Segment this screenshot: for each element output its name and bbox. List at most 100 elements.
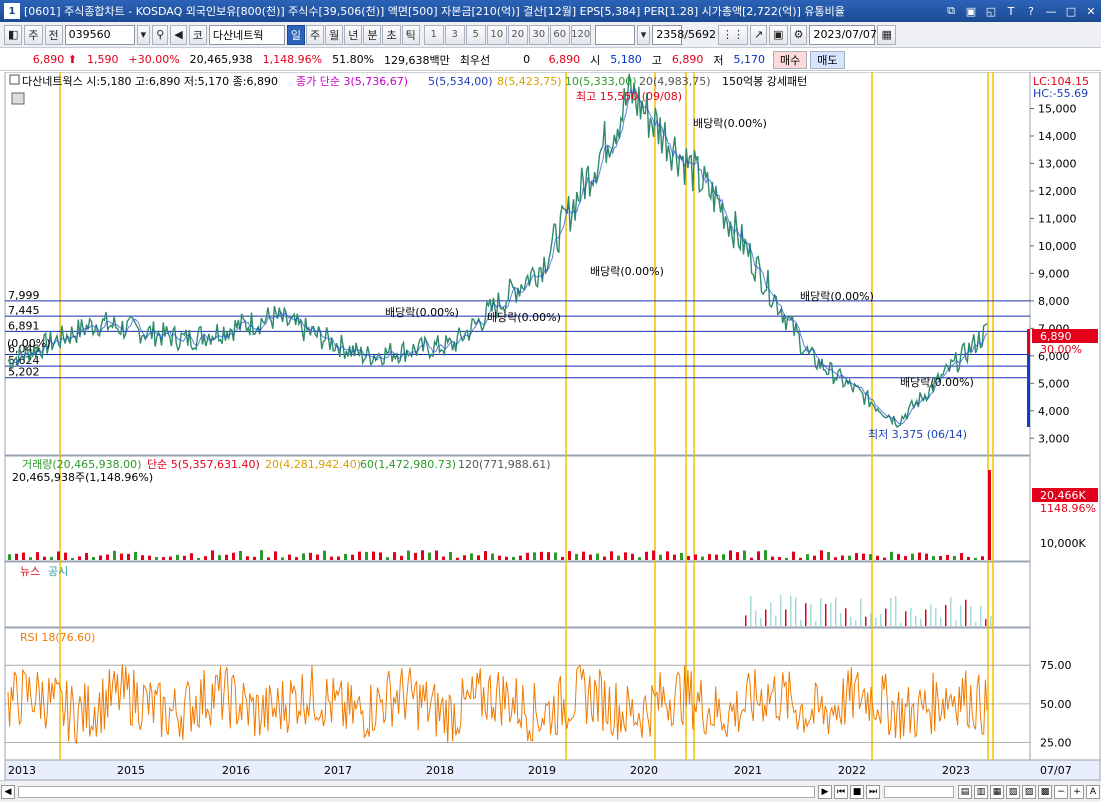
interval-input[interactable] bbox=[594, 24, 635, 45]
news-bar bbox=[825, 603, 827, 626]
dividend-note-6: 배당락(0.00%) bbox=[900, 376, 974, 389]
level-label-2: 6,891 bbox=[8, 319, 40, 332]
prev-button[interactable]: 전 bbox=[44, 24, 63, 45]
change-rate: +30.00% bbox=[128, 53, 180, 66]
volume-bar bbox=[449, 551, 452, 560]
save-icon[interactable]: ▣ bbox=[963, 3, 979, 19]
first-page-icon[interactable]: ⏮ bbox=[834, 784, 848, 799]
search-icon[interactable]: ⚲ bbox=[152, 24, 169, 45]
minimize-icon[interactable]: — bbox=[1043, 3, 1059, 19]
last-page-icon[interactable]: ⏭ bbox=[866, 784, 880, 799]
settings-icon[interactable]: ⚙ bbox=[789, 24, 808, 45]
interval-tab-4[interactable]: 20 bbox=[507, 24, 528, 45]
volume-bar bbox=[365, 551, 368, 560]
interval-tab-2[interactable]: 5 bbox=[465, 24, 486, 45]
high-label: 고 bbox=[651, 53, 662, 67]
close-icon[interactable]: ✕ bbox=[1083, 3, 1099, 19]
count-input[interactable]: 2358 bbox=[652, 24, 684, 45]
font-icon[interactable]: T bbox=[1003, 3, 1019, 19]
news-bar bbox=[920, 618, 922, 626]
font-size-icon[interactable]: A bbox=[1086, 784, 1100, 799]
calendar-icon[interactable]: ▦ bbox=[877, 24, 896, 45]
zoom-slider[interactable] bbox=[884, 785, 954, 798]
dock-icon[interactable]: ⧉ bbox=[943, 3, 959, 19]
interval-dropdown-icon[interactable]: ▾ bbox=[636, 24, 651, 45]
chart-menu-icon[interactable]: ◧ bbox=[4, 24, 23, 45]
maximize-icon[interactable]: □ bbox=[1063, 3, 1079, 19]
grid-icon[interactable]: ⋮⋮ bbox=[717, 24, 748, 45]
volume-bar bbox=[519, 555, 522, 560]
news-bar bbox=[935, 608, 937, 626]
interval-tab-3[interactable]: 10 bbox=[486, 24, 507, 45]
period-tab-5[interactable]: 초 bbox=[382, 24, 401, 45]
chart-type-icon-5[interactable]: ▨ bbox=[1022, 784, 1036, 799]
buy-button[interactable]: 매수 bbox=[773, 50, 808, 69]
volume-bar bbox=[267, 557, 270, 560]
period-tab-1[interactable]: 주 bbox=[305, 24, 325, 45]
chart-type-icon-6[interactable]: ▩ bbox=[1038, 784, 1052, 799]
scroll-track[interactable] bbox=[18, 785, 815, 798]
rsi-axis-tick-2: 75.00 bbox=[1040, 659, 1072, 672]
price-panel[interactable] bbox=[4, 71, 1031, 456]
volume-bar bbox=[694, 554, 697, 560]
help-icon[interactable]: ? bbox=[1023, 3, 1039, 19]
restore-icon[interactable]: ◱ bbox=[983, 3, 999, 19]
code-dropdown-icon[interactable]: ▾ bbox=[136, 24, 151, 45]
period-tab-3[interactable]: 년 bbox=[344, 24, 363, 45]
stock-chart-svg[interactable]: 7,9997,4456,8916,0465,6245,202 3,0004,00… bbox=[0, 71, 1101, 781]
disk-icon[interactable]: ▣ bbox=[769, 24, 788, 45]
market-select[interactable]: 주 bbox=[24, 24, 43, 45]
period-tab-2[interactable]: 월 bbox=[325, 24, 344, 45]
rsi-panel[interactable] bbox=[4, 627, 1031, 761]
chart-scrollbar[interactable]: ◀ ▶ ⏮ ■ ⏭ ▤ ▥ ▦ ▧ ▨ ▩ − + A bbox=[0, 780, 1101, 802]
interval-tab-6[interactable]: 60 bbox=[549, 24, 570, 45]
volume-bar bbox=[106, 554, 109, 560]
stock-name-field[interactable]: 다산네트웍 bbox=[208, 24, 285, 45]
zoom-in-icon[interactable]: + bbox=[1070, 784, 1084, 799]
sell-button[interactable]: 매도 bbox=[810, 50, 845, 69]
chart-type-icon-3[interactable]: ▦ bbox=[990, 784, 1004, 799]
period-tab-4[interactable]: 분 bbox=[363, 24, 382, 45]
interval-tab-7[interactable]: 120 bbox=[570, 24, 591, 45]
volume-panel[interactable] bbox=[4, 455, 1031, 562]
chart-type-icon-1[interactable]: ▤ bbox=[958, 784, 972, 799]
volume-bar bbox=[680, 553, 683, 560]
low-label: 저 bbox=[713, 53, 724, 67]
stock-code-input[interactable]: 039560 bbox=[64, 24, 135, 45]
volume-bar bbox=[771, 556, 774, 560]
draw-icon[interactable]: ↗ bbox=[749, 24, 768, 45]
table-icon[interactable] bbox=[11, 92, 25, 105]
news-bar bbox=[880, 613, 882, 626]
volume-bar bbox=[113, 550, 116, 560]
chart-type-icon-2[interactable]: ▥ bbox=[974, 784, 988, 799]
interval-tab-0[interactable]: 1 bbox=[423, 24, 444, 45]
volume-bar bbox=[43, 556, 46, 560]
volume-bar bbox=[232, 552, 235, 560]
news-bar bbox=[785, 609, 787, 626]
volume-bar bbox=[169, 556, 172, 560]
volume-bar bbox=[155, 557, 158, 560]
volume-bar bbox=[239, 551, 242, 560]
news-label: 뉴스 bbox=[20, 565, 40, 578]
stop-icon[interactable]: ■ bbox=[850, 784, 864, 799]
chart-type-icon-4[interactable]: ▧ bbox=[1006, 784, 1020, 799]
chart-area[interactable]: 7,999 7,445 6,891 6,046 5,624 5,202 3,000 4,00… bbox=[0, 71, 1101, 781]
period-tab-6[interactable]: 틱 bbox=[401, 24, 420, 45]
news-panel[interactable] bbox=[4, 561, 1031, 628]
speaker-icon[interactable]: ◀ bbox=[170, 24, 187, 45]
ma8-label: 8(5,423,75) bbox=[497, 75, 562, 88]
interval-tab-5[interactable]: 30 bbox=[528, 24, 549, 45]
date-input[interactable]: 2023/07/07 bbox=[809, 24, 877, 45]
volume-bar bbox=[442, 556, 445, 560]
volume-bar bbox=[631, 553, 634, 560]
scroll-left-icon[interactable]: ◀ bbox=[1, 784, 15, 799]
period-tab-0[interactable]: 일 bbox=[286, 24, 305, 45]
volume-bar bbox=[785, 557, 788, 560]
news-bar bbox=[950, 596, 952, 626]
scroll-right-icon[interactable]: ▶ bbox=[818, 784, 832, 799]
volume-label: 거래량(20,465,938.00) bbox=[22, 458, 141, 471]
news-bar bbox=[925, 609, 927, 626]
interval-tab-1[interactable]: 3 bbox=[444, 24, 465, 45]
panel-menu-icon[interactable] bbox=[9, 74, 20, 85]
zoom-out-icon[interactable]: − bbox=[1054, 784, 1068, 799]
